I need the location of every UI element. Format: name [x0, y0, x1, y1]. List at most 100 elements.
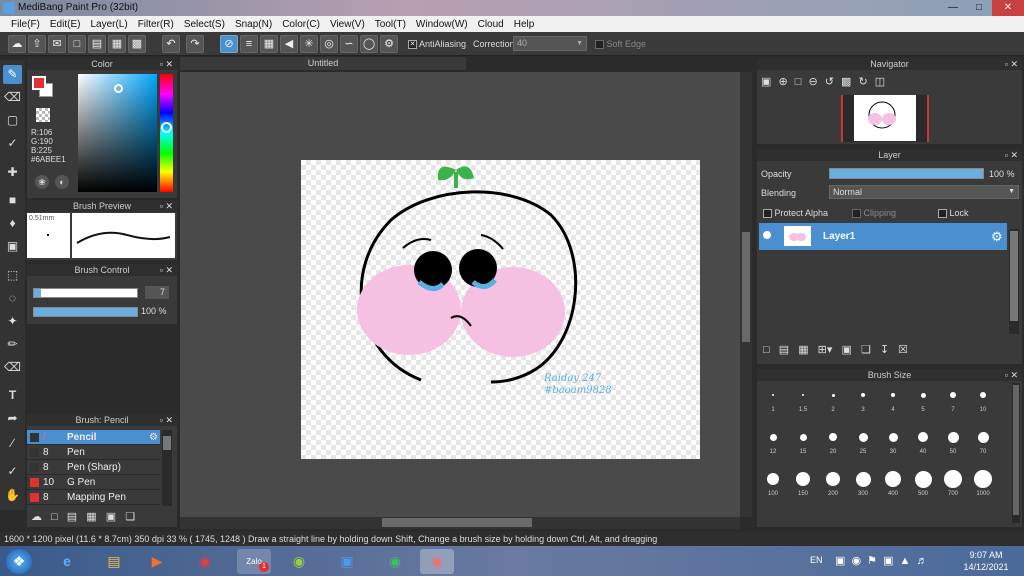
select-eraser-icon[interactable]: ⌫ [3, 358, 22, 377]
color-history-icon[interactable]: ◐ [55, 175, 69, 189]
brush-size-option[interactable]: 200 [818, 467, 848, 505]
brush-size-option[interactable]: 30 [878, 425, 908, 463]
menu-window[interactable]: Window(W) [411, 19, 473, 30]
operation-tool-icon[interactable]: ➦ [3, 409, 22, 428]
soft-edge-toggle[interactable]: Soft Edge [595, 39, 646, 50]
upload-icon[interactable]: ⇧ [28, 35, 46, 53]
menu-cloud[interactable]: Cloud [473, 19, 509, 30]
scroll-thumb[interactable] [1013, 385, 1019, 515]
layer-scrollbar[interactable] [1009, 229, 1019, 334]
circle-snap-icon[interactable]: ◯ [360, 35, 378, 53]
brush-size-option[interactable]: 15 [788, 425, 818, 463]
brush-size-option[interactable]: 25 [848, 425, 878, 463]
file-explorer-icon[interactable]: ▤ [97, 549, 131, 574]
brush-size-option[interactable]: 20 [818, 425, 848, 463]
snap-off-icon[interactable]: ⊘ [220, 35, 238, 53]
move-tool-icon[interactable]: ✚ [3, 163, 22, 182]
sv-cursor[interactable] [114, 84, 123, 93]
rectangle-tool-icon[interactable]: ▢ [3, 111, 22, 130]
duplicate-icon[interactable]: ❏ [125, 511, 135, 523]
panel-close-icon[interactable]: ▫ ✕ [1005, 149, 1018, 161]
lock-checkbox[interactable] [938, 209, 947, 219]
layer-opacity-slider[interactable] [829, 168, 984, 179]
select-pen-icon[interactable]: ✏ [3, 335, 22, 354]
navigator-viewport[interactable] [841, 95, 929, 142]
menu-snap[interactable]: Snap(N) [230, 19, 277, 30]
brush-size-value[interactable]: 7 [145, 286, 169, 299]
brush-size-option[interactable]: 100 [758, 467, 788, 505]
parallel-snap-icon[interactable]: ≡ [240, 35, 258, 53]
palette-icon[interactable]: ❀ [35, 175, 49, 189]
scroll-thumb[interactable] [1010, 231, 1018, 321]
lasso-tool-icon[interactable]: ◌ [3, 289, 22, 308]
layer-row[interactable]: Layer1 ⚙ [759, 223, 1007, 250]
correction-dropdown[interactable]: 40 ▼ [513, 36, 587, 51]
panel-close-icon[interactable]: ▫ ✕ [160, 264, 173, 276]
medibang-taskbar-icon[interactable]: ◉ [420, 549, 454, 574]
new-layer-icon[interactable]: □ [763, 344, 770, 356]
new-1bit-layer-icon[interactable]: ▦ [798, 344, 808, 356]
network-icon[interactable]: ▲ [900, 555, 911, 567]
divide-tool-icon[interactable]: ∕ [3, 434, 22, 453]
close-button[interactable]: ✕ [992, 0, 1024, 16]
panel-close-icon[interactable]: ▫ ✕ [1005, 369, 1018, 381]
folder-icon[interactable]: ▣ [841, 344, 851, 356]
select-rect-icon[interactable]: ⬚ [3, 266, 22, 285]
brush-stroke-icon[interactable]: ✓ [3, 134, 22, 153]
hand-tool-icon[interactable]: ✋ [3, 486, 22, 505]
brush-size-option[interactable]: 700 [938, 467, 968, 505]
menu-select[interactable]: Select(S) [179, 19, 230, 30]
zoom-app-icon[interactable]: ▣ [330, 549, 364, 574]
brush-list-scrollbar[interactable] [162, 430, 172, 506]
language-indicator[interactable]: EN [810, 555, 823, 565]
hscroll-thumb[interactable] [382, 518, 532, 527]
zoom-fit-icon[interactable]: ▣ [761, 76, 771, 88]
rotate-left-icon[interactable]: ↺ [825, 76, 834, 88]
menu-file[interactable]: File(F) [6, 19, 45, 30]
brush-size-option[interactable]: 1.5 [788, 383, 818, 421]
zalo-icon[interactable]: Zalo 1 [237, 549, 271, 574]
clipping-checkbox[interactable] [852, 209, 861, 219]
coccoc-icon[interactable]: ◉ [282, 549, 316, 574]
menu-tool[interactable]: Tool(T) [370, 19, 411, 30]
protect-alpha-checkbox[interactable] [763, 209, 772, 219]
hue-slider[interactable] [160, 74, 173, 192]
brush-opacity-slider[interactable] [33, 307, 138, 317]
zoom-in-icon[interactable]: ⊕ [778, 76, 787, 88]
protect-alpha-toggle[interactable]: Protect Alpha [763, 208, 828, 219]
brush-size-option[interactable]: 40 [908, 425, 938, 463]
new-8bit-layer-icon[interactable]: ▤ [779, 344, 789, 356]
drawing-canvas[interactable]: Raiday 247 #baoam9828 [301, 160, 700, 459]
eye-icon[interactable] [763, 231, 771, 239]
radial-snap-icon[interactable]: ✳ [300, 35, 318, 53]
menu-view[interactable]: View(V) [325, 19, 370, 30]
trash-icon[interactable]: ☒ [898, 344, 908, 356]
comment-icon[interactable]: ✉ [48, 35, 66, 53]
text-tool-icon[interactable]: T [3, 386, 22, 405]
vanishing-point-icon[interactable]: ◀ [280, 35, 298, 53]
magic-wand-icon[interactable]: ✦ [3, 312, 22, 331]
panel-close-icon[interactable]: ▫ ✕ [160, 58, 173, 70]
duplicate-layer-icon[interactable]: ❏ [861, 344, 871, 356]
saturation-value-picker[interactable] [78, 74, 157, 192]
curve-snap-icon[interactable]: ∽ [340, 35, 358, 53]
brush-item-pen[interactable]: 8 Pen [27, 445, 160, 460]
ie-icon[interactable]: e [50, 549, 84, 574]
foreground-color-swatch[interactable] [32, 76, 46, 90]
gear-icon[interactable]: ⚙ [149, 430, 158, 445]
flip-icon[interactable]: ◫ [875, 76, 885, 88]
panel-layout-icon[interactable]: ▦ [108, 35, 126, 53]
cloud-icon[interactable]: ☁ [8, 35, 26, 53]
brush-size-option[interactable]: 4 [878, 383, 908, 421]
tray-chrome-icon[interactable]: ◉ [851, 555, 861, 567]
vscroll-thumb[interactable] [742, 232, 750, 342]
gradient-tool-icon[interactable]: ▣ [3, 237, 22, 256]
scroll-thumb[interactable] [163, 436, 171, 450]
brush-size-slider[interactable] [33, 288, 138, 298]
tray-display-icon[interactable]: ▣ [883, 555, 893, 567]
brush-size-option[interactable]: 5 [908, 383, 938, 421]
clipping-toggle[interactable]: Clipping [852, 208, 896, 219]
tray-flag-icon[interactable]: ⚑ [867, 555, 877, 567]
concentric-snap-icon[interactable]: ◎ [320, 35, 338, 53]
menu-help[interactable]: Help [509, 19, 540, 30]
